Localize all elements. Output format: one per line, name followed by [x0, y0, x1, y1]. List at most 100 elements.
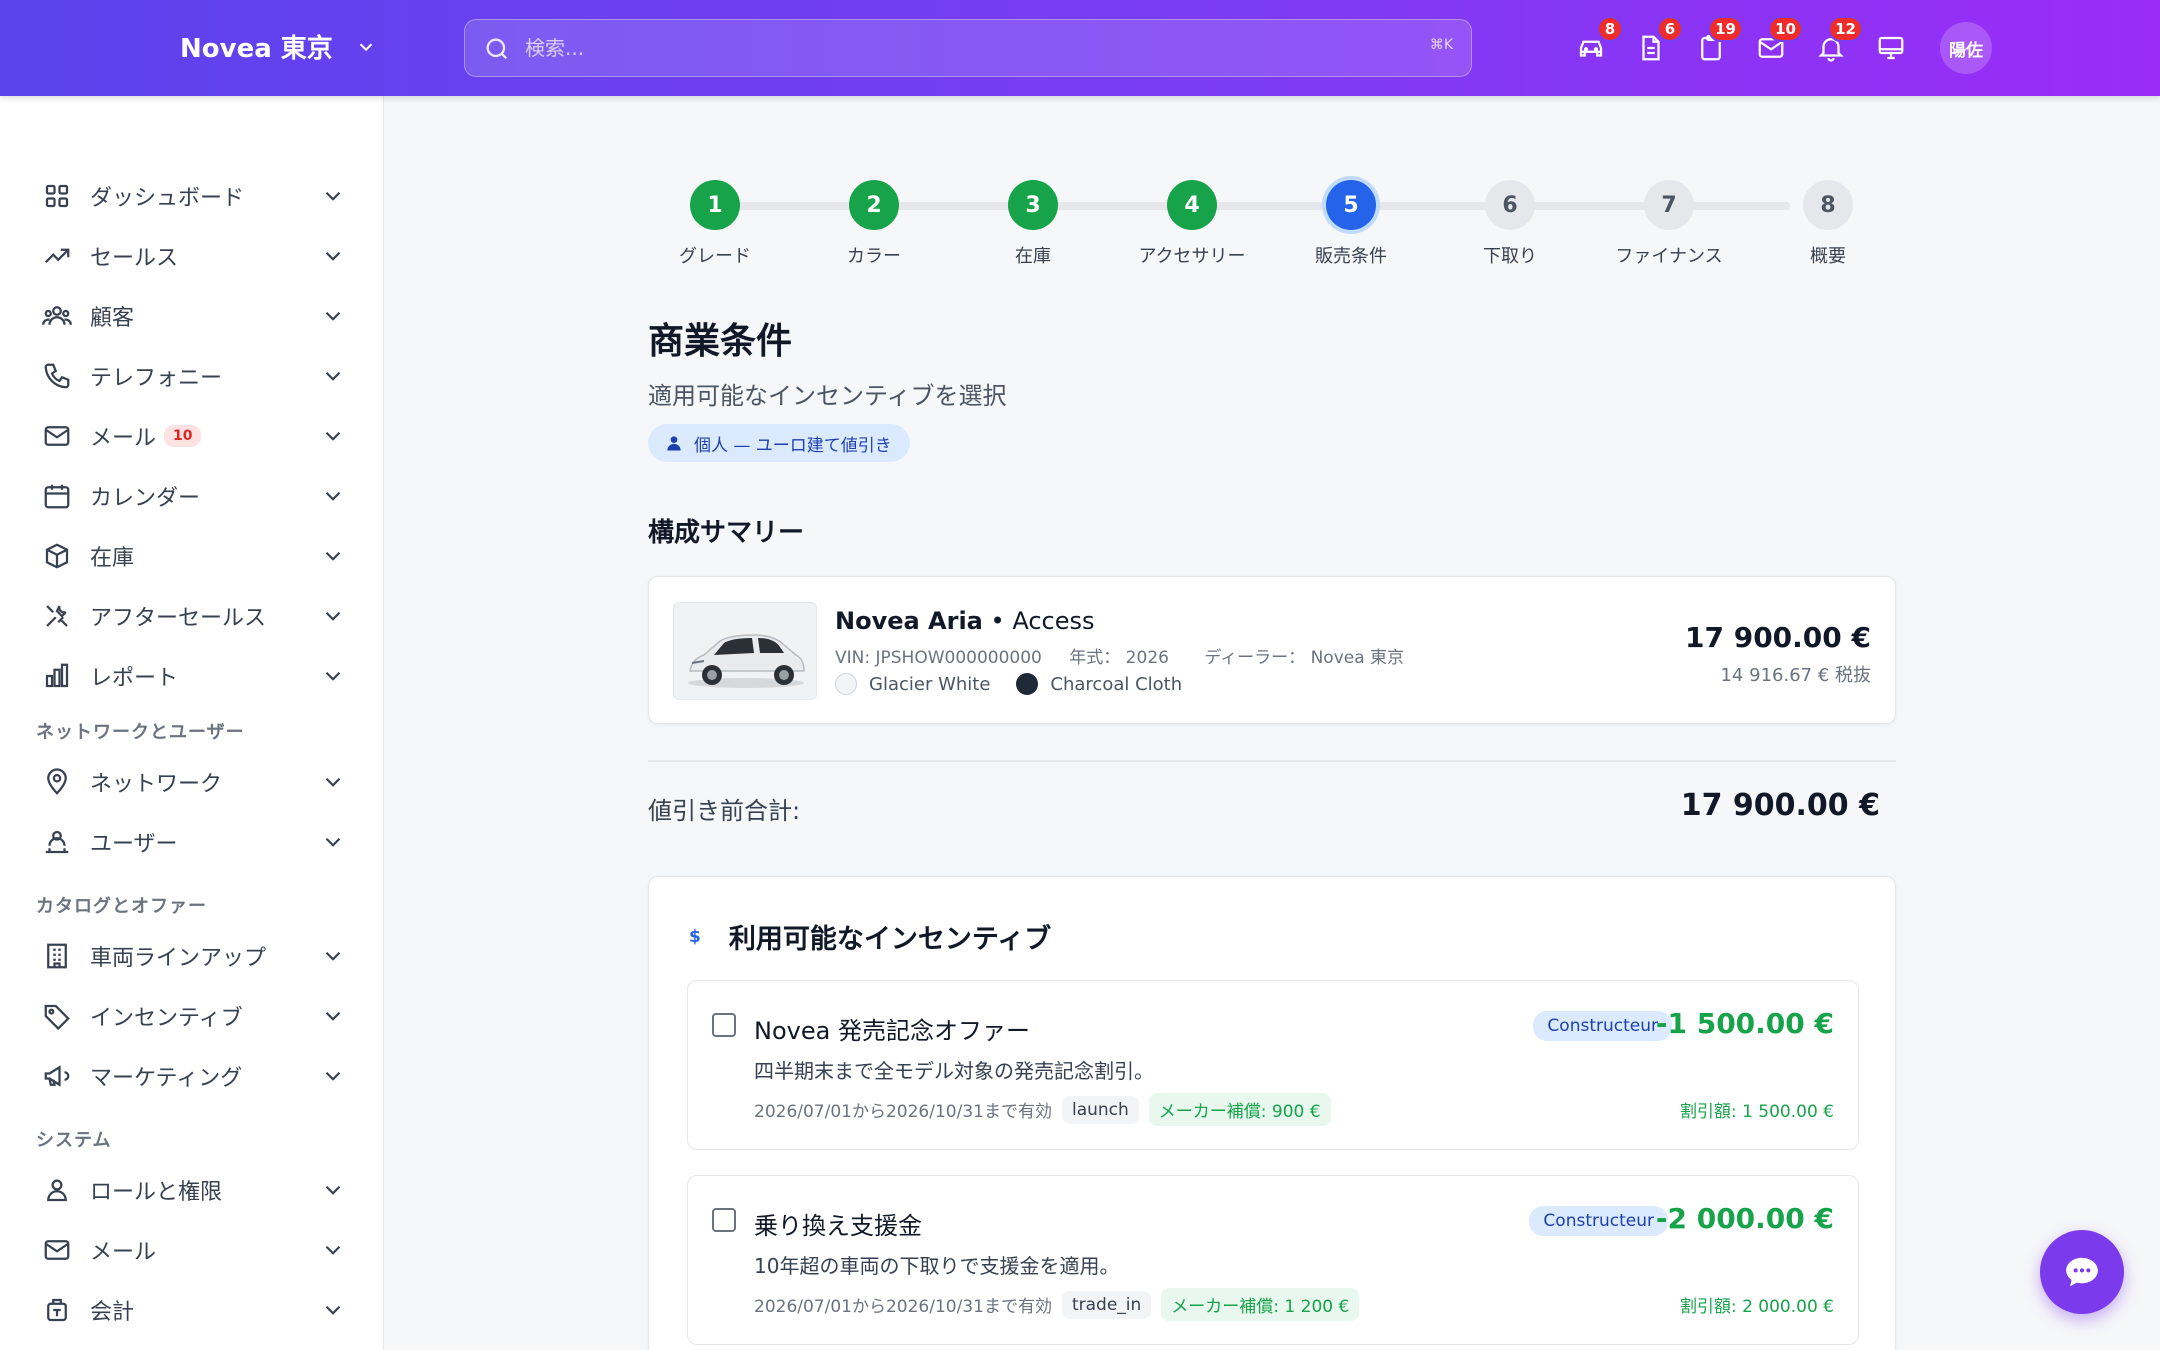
step-sales-terms[interactable]: 5 販売条件 — [1271, 180, 1431, 268]
chevron-down-icon — [325, 671, 341, 681]
sidebar-item-aftersales[interactable]: アフターセールス — [0, 590, 384, 642]
sidebar-item-telephony[interactable]: テレフォニー — [0, 350, 384, 402]
incentive-title: 乗り換え支援金 — [754, 1212, 922, 1240]
chevron-down-icon — [325, 1011, 341, 1021]
step-stock[interactable]: 3 在庫 — [953, 180, 1113, 268]
incentive-checkbox[interactable] — [712, 1013, 736, 1037]
chat-button[interactable] — [2040, 1230, 2124, 1314]
box-icon — [45, 543, 69, 569]
document-icon-button[interactable]: 6 — [1633, 16, 1683, 66]
accounting-icon — [47, 1298, 67, 1322]
sidebar-item-dashboard[interactable]: ダッシュボード — [0, 170, 384, 222]
user-network-icon — [45, 830, 69, 854]
trending-up-icon — [44, 248, 70, 264]
incentive-amount: -2 000.00 € — [1655, 1202, 1834, 1235]
step-label: 在庫 — [1015, 246, 1051, 267]
car-icon-button[interactable]: 8 — [1573, 16, 1623, 66]
sidebar-item-label: 会計 — [90, 1300, 135, 1325]
incentive-item[interactable]: Novea 発売記念オファー 四半期末まで全モデル対象の発売記念割引。 2026… — [687, 980, 1859, 1150]
tools-icon — [46, 605, 68, 627]
bell-icon-button[interactable]: 12 — [1813, 16, 1863, 66]
sidebar-item-inventory[interactable]: 在庫 — [0, 530, 384, 582]
sidebar-item-network[interactable]: ネットワーク — [0, 756, 384, 808]
step-trade-in[interactable]: 6 下取り — [1430, 180, 1590, 268]
customer-type-label: 個人 — ユーロ建て値引き — [694, 435, 892, 456]
chevron-down-icon — [359, 43, 373, 51]
car-illustration — [688, 634, 805, 688]
bar-chart-icon — [45, 663, 69, 688]
incentive-discount: 割引額: 2 000.00 € — [1679, 1297, 1834, 1317]
sidebar-item-accounting[interactable]: 会計 — [0, 1284, 384, 1336]
maker-share-tag: メーカー補償: 900 € — [1148, 1093, 1331, 1126]
sidebar-item-label: アフターセールス — [90, 606, 267, 631]
sidebar-item-label: ロールと権限 — [90, 1180, 223, 1205]
incentives-heading: $ 利用可能なインセンティブ — [689, 917, 1051, 956]
step-label: グレード — [679, 246, 751, 267]
monitor-icon-button[interactable] — [1873, 30, 1909, 66]
step-grade[interactable]: 1 グレード — [635, 180, 795, 268]
configuration-summary-card: Novea Aria • Access VIN: JPSHOW000000000… — [648, 576, 1896, 724]
incentive-checkbox[interactable] — [712, 1208, 736, 1232]
incentive-validity: 2026/07/01から2026/10/31まで有効 — [754, 1102, 1052, 1122]
incentives-card: $ 利用可能なインセンティブ Novea 発売記念オファー 四半期末まで全モデル… — [648, 876, 1896, 1350]
sidebar-item-label: メール — [90, 426, 157, 451]
sidebar-item-label: メール — [90, 1240, 157, 1265]
sidebar-item-calendar[interactable]: カレンダー — [0, 470, 384, 522]
incentive-type-badge: Constructeur — [1533, 1011, 1672, 1041]
incentive-meta: 2026/07/01から2026/10/31まで有効 launch メーカー補償… — [754, 1093, 1331, 1126]
sidebar-item-incentives[interactable]: インセンティブ — [0, 990, 384, 1042]
chevron-down-icon — [325, 371, 341, 381]
step-number: 1 — [690, 180, 740, 230]
chevron-down-icon — [325, 1305, 341, 1315]
exterior-color-name: Glacier White — [869, 673, 991, 695]
sidebar-item-lineup[interactable]: 車両ラインアップ — [0, 930, 384, 982]
chevron-down-icon — [325, 191, 341, 201]
car-colors: Glacier White Charcoal Cloth — [835, 673, 1182, 695]
step-finance[interactable]: 7 ファイナンス — [1589, 180, 1749, 268]
sidebar-item-label: マーケティング — [90, 1066, 243, 1091]
incentive-item[interactable]: 乗り換え支援金 10年超の車両の下取りで支援金を適用。 2026/07/01から… — [687, 1175, 1859, 1345]
clipboard-icon-button[interactable]: 19 — [1693, 16, 1743, 66]
mail-icon-button[interactable]: 10 — [1753, 16, 1803, 66]
car-price: 17 900.00 € — [1685, 621, 1871, 654]
sidebar-item-label: 顧客 — [90, 306, 135, 331]
sidebar-item-reports[interactable]: レポート — [0, 650, 384, 702]
sidebar-item-marketing[interactable]: マーケティング — [0, 1050, 384, 1102]
sidebar-item-label: ネットワーク — [90, 772, 223, 797]
calendar-icon — [44, 484, 70, 509]
search-icon — [486, 38, 508, 60]
step-overview[interactable]: 8 概要 — [1748, 180, 1908, 268]
sidebar-item-label: 車両ラインアップ — [90, 946, 267, 971]
sidebar-item-system-mail[interactable]: メール — [0, 1224, 384, 1276]
dealer-switcher[interactable]: Novea 東京 — [180, 28, 377, 65]
search-bar[interactable]: ⌘K — [464, 19, 1472, 77]
sidebar-item-sales[interactable]: セールス — [0, 230, 384, 282]
step-accessories[interactable]: 4 アクセサリー — [1112, 180, 1272, 268]
notification-badge: 12 — [1828, 16, 1863, 42]
sidebar-item-customers[interactable]: 顧客 — [0, 290, 384, 342]
car-separator: • — [990, 607, 1005, 635]
megaphone-icon — [44, 1065, 70, 1087]
top-header: Novea 東京 ⌘K 8 6 19 10 12 陽佐 — [0, 0, 2160, 96]
step-color[interactable]: 2 カラー — [794, 180, 954, 268]
step-label: カラー — [847, 246, 901, 267]
incentive-type-badge: Constructeur — [1529, 1206, 1668, 1236]
incentives-title: 利用可能なインセンティブ — [728, 924, 1052, 955]
sidebar-item-mail[interactable]: メール 10 — [0, 410, 384, 462]
avatar[interactable]: 陽佐 — [1940, 22, 1992, 74]
divider — [648, 760, 1896, 762]
mail-count-badge: 10 — [164, 425, 202, 447]
search-shortcut: ⌘K — [1429, 37, 1453, 53]
grid-icon — [45, 184, 69, 208]
car-vin: VIN: JPSHOW000000000 — [835, 648, 1042, 668]
search-input[interactable] — [525, 20, 1385, 75]
sidebar-item-label: カレンダー — [90, 486, 201, 511]
sidebar-item-label: インセンティブ — [90, 1006, 243, 1031]
sidebar-item-users[interactable]: ユーザー — [0, 816, 384, 868]
tag-icon — [44, 1004, 70, 1031]
sidebar-item-roles[interactable]: ロールと権限 — [0, 1164, 384, 1216]
step-number: 5 — [1326, 180, 1376, 230]
exterior-color-swatch — [835, 673, 857, 695]
car-year: 年式： 2026 — [1069, 648, 1169, 668]
section-title-system: システム — [36, 1130, 112, 1151]
